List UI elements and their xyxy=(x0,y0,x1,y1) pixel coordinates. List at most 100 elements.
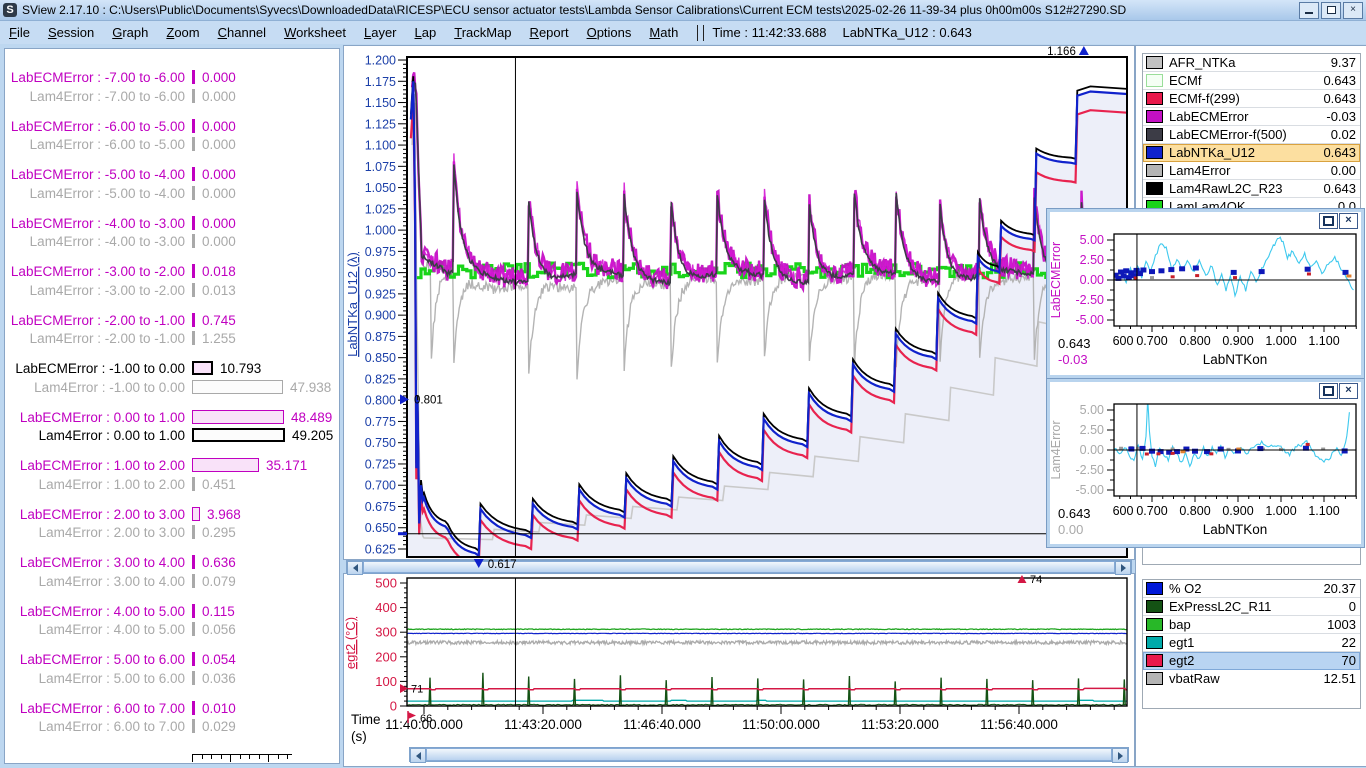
svg-text:2.50: 2.50 xyxy=(1080,423,1104,437)
svg-text:0.650: 0.650 xyxy=(365,521,396,535)
channel-row-lam4error[interactable]: Lam4Error0.00 xyxy=(1143,162,1360,180)
svg-text:1.050: 1.050 xyxy=(365,181,396,195)
histogram-row: Lam4Error : 4.00 to 5.000.056 xyxy=(5,621,335,639)
channel-row-bap[interactable]: bap1003 xyxy=(1143,616,1360,634)
menu-layer[interactable]: Layer xyxy=(355,23,406,42)
svg-text:0.643: 0.643 xyxy=(1058,336,1091,351)
svg-text:5.00: 5.00 xyxy=(1080,403,1104,417)
svg-text:Time: Time xyxy=(351,712,381,727)
svg-text:0.625: 0.625 xyxy=(365,543,396,557)
menu-report[interactable]: Report xyxy=(521,23,578,42)
menu-channel[interactable]: Channel xyxy=(209,23,275,42)
histogram-row: LabECMError : 6.00 to 7.000.010 xyxy=(5,700,335,718)
histogram-row: LabECMError : -3.00 to -2.000.018 xyxy=(5,263,335,281)
scatter-plot-labecmerror[interactable]: 5.002.500.00-2.50-5.006000.7000.8000.900… xyxy=(1050,212,1361,375)
channel-name: bap xyxy=(1169,617,1327,632)
scroll-left-icon[interactable] xyxy=(410,748,426,763)
svg-text:600: 600 xyxy=(1113,504,1134,518)
menu-options[interactable]: Options xyxy=(578,23,641,42)
channel-color-swatch xyxy=(1146,618,1163,631)
scrollbar-thumb[interactable] xyxy=(426,748,1112,761)
channel-color-swatch xyxy=(1146,654,1163,667)
channel-value: 0.00 xyxy=(1331,163,1360,178)
menu-file[interactable]: File xyxy=(0,23,39,42)
histogram-row: Lam4Error : -6.00 to -5.000.000 xyxy=(5,136,335,154)
channel-row-labecmerror-f-500-[interactable]: LabECMError-f(500)0.02 xyxy=(1143,126,1360,144)
status-channel-value: LabNTKa_U12 : 0.643 xyxy=(835,25,980,40)
menu-worksheet[interactable]: Worksheet xyxy=(275,23,355,42)
close-icon[interactable]: × xyxy=(1339,383,1358,399)
title-bar: S SView 2.17.10 : C:\Users\Public\Docume… xyxy=(0,0,1366,21)
svg-text:74: 74 xyxy=(1030,574,1042,586)
channel-row--o2[interactable]: % O220.37 xyxy=(1143,580,1360,598)
channel-list-top: AFR_NTKa9.37ECMf0.643ECMf-f(299)0.643Lab… xyxy=(1142,53,1361,216)
channel-row-afr-ntka[interactable]: AFR_NTKa9.37 xyxy=(1143,54,1360,72)
svg-text:-2.50: -2.50 xyxy=(1076,463,1105,477)
empty-list-box xyxy=(1142,547,1361,565)
svg-text:egt2 (°C): egt2 (°C) xyxy=(343,617,358,669)
channel-row-ecmf-f-299-[interactable]: ECMf-f(299)0.643 xyxy=(1143,90,1360,108)
channel-color-swatch xyxy=(1146,182,1163,195)
channel-row-vbatraw[interactable]: vbatRaw12.51 xyxy=(1143,670,1360,687)
histogram-row: Lam4Error : -2.00 to -1.001.255 xyxy=(5,330,335,348)
channel-name: LabECMError-f(500) xyxy=(1169,127,1331,142)
svg-text:0.801: 0.801 xyxy=(414,394,443,406)
svg-text:200: 200 xyxy=(375,649,397,664)
channel-color-swatch xyxy=(1146,582,1163,595)
svg-text:300: 300 xyxy=(375,625,397,640)
svg-text:1.100: 1.100 xyxy=(365,139,396,153)
channel-row-expressl2c-r11[interactable]: ExPressL2C_R110 xyxy=(1143,598,1360,616)
menu-math[interactable]: Math xyxy=(640,23,687,42)
histogram-row: LabECMError : 3.00 to 4.000.636 xyxy=(5,554,335,572)
maximize-icon[interactable] xyxy=(1319,213,1338,229)
channel-row-lam4rawl2c-r23[interactable]: Lam4RawL2C_R230.643 xyxy=(1143,180,1360,198)
channel-value: 0.02 xyxy=(1331,127,1360,142)
channel-row-egt1[interactable]: egt122 xyxy=(1143,634,1360,652)
histogram-row: LabECMError : 2.00 to 3.003.968 xyxy=(5,506,335,524)
channel-row-ecmf[interactable]: ECMf0.643 xyxy=(1143,72,1360,90)
menu-zoom[interactable]: Zoom xyxy=(157,23,208,42)
channel-row-labntka-u12[interactable]: LabNTKa_U120.643 xyxy=(1143,144,1360,162)
restore-button[interactable] xyxy=(1321,2,1341,19)
menu-graph[interactable]: Graph xyxy=(103,23,157,42)
scatter-window-lam4error[interactable]: × 5.002.500.00-2.50-5.006000.7000.8000.9… xyxy=(1046,378,1365,548)
channel-name: ECMf-f(299) xyxy=(1169,91,1323,106)
menu-bar: FileSessionGraphZoomChannelWorksheetLaye… xyxy=(0,21,1366,44)
scatter-plot-lam4error[interactable]: 5.002.500.00-2.50-5.006000.7000.8000.900… xyxy=(1050,382,1361,544)
svg-text:(s): (s) xyxy=(351,729,367,744)
scroll-right-icon[interactable] xyxy=(1112,748,1128,763)
svg-text:-5.00: -5.00 xyxy=(1076,313,1105,327)
svg-text:1.150: 1.150 xyxy=(365,96,396,110)
minimize-button[interactable] xyxy=(1299,2,1319,19)
histogram-row: LabECMError : -6.00 to -5.000.000 xyxy=(5,118,335,136)
svg-text:1.166: 1.166 xyxy=(1047,46,1076,58)
svg-text:1.125: 1.125 xyxy=(365,117,396,131)
egt-chart[interactable]: 0100200300400500egt2 (°C)11:40:00.00011:… xyxy=(343,573,1133,765)
error-histogram-panel: LabECMError : -7.00 to -6.000.000Lam4Err… xyxy=(4,48,340,764)
svg-text:0.875: 0.875 xyxy=(365,330,396,344)
main-chart[interactable]: 0.6250.6500.6750.7000.7250.7500.7750.800… xyxy=(343,45,1133,580)
scatter-window-labecmerror[interactable]: × 5.002.500.00-2.50-5.006000.7000.8000.9… xyxy=(1046,208,1365,379)
menu-trackmap[interactable]: TrackMap xyxy=(445,23,520,42)
svg-text:11:56:40.000: 11:56:40.000 xyxy=(980,717,1058,732)
window-title: SView 2.17.10 : C:\Users\Public\Document… xyxy=(22,3,1126,17)
channel-name: % O2 xyxy=(1169,581,1323,596)
svg-text:11:53:20.000: 11:53:20.000 xyxy=(861,717,939,732)
maximize-icon[interactable] xyxy=(1319,383,1338,399)
histogram-row: Lam4Error : -3.00 to -2.000.013 xyxy=(5,282,335,300)
svg-text:-0.03: -0.03 xyxy=(1058,352,1088,367)
sview-app: S SView 2.17.10 : C:\Users\Public\Docume… xyxy=(0,0,1366,768)
svg-text:0: 0 xyxy=(390,699,397,714)
status-time: Time : 11:42:33.688 xyxy=(710,25,834,40)
channel-row-labecmerror[interactable]: LabECMError-0.03 xyxy=(1143,108,1360,126)
svg-text:1.000: 1.000 xyxy=(1265,334,1296,348)
svg-text:-5.00: -5.00 xyxy=(1076,483,1105,497)
close-button[interactable]: × xyxy=(1343,2,1363,19)
menu-session[interactable]: Session xyxy=(39,23,103,42)
channel-row-egt2[interactable]: egt270 xyxy=(1143,652,1360,670)
svg-text:0.00: 0.00 xyxy=(1080,443,1104,457)
menu-lap[interactable]: Lap xyxy=(406,23,446,42)
close-icon[interactable]: × xyxy=(1339,213,1358,229)
svg-text:0.950: 0.950 xyxy=(365,266,396,280)
time-scrollbar[interactable] xyxy=(409,747,1129,762)
